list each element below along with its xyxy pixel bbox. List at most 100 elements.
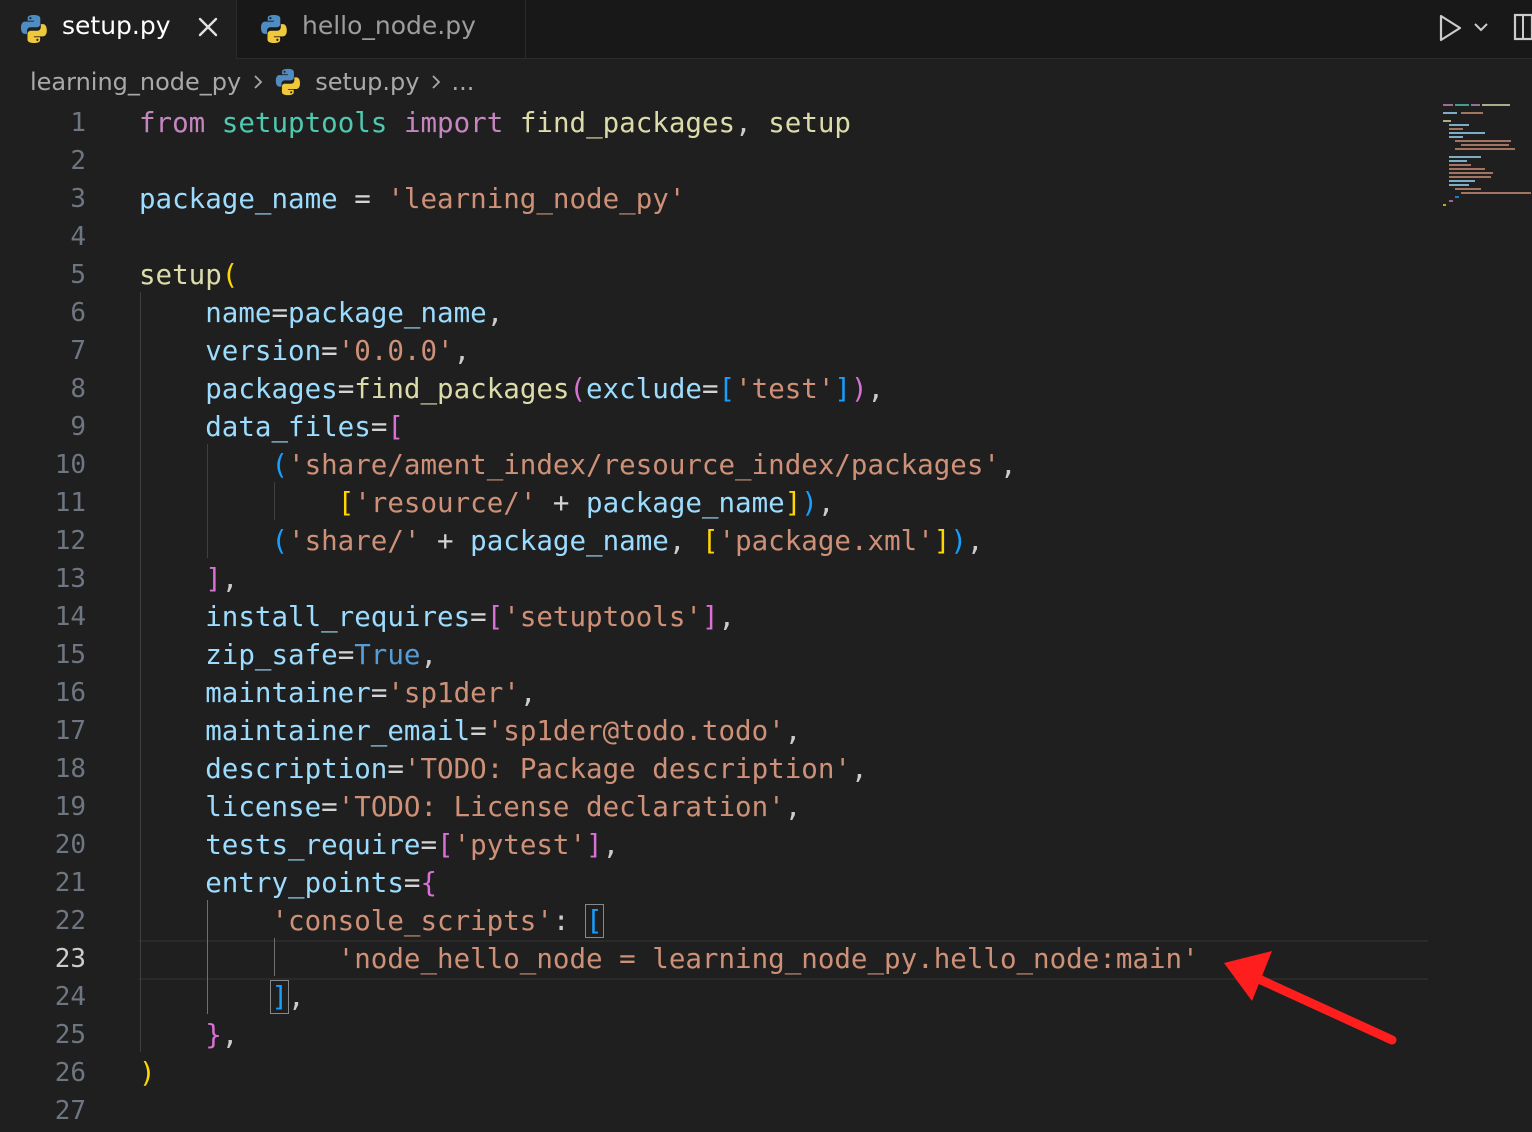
- code-line[interactable]: 27: [0, 1092, 1440, 1130]
- chevron-down-icon[interactable]: [1472, 20, 1490, 34]
- code-token: ,: [817, 487, 835, 519]
- code-token: ]: [270, 980, 289, 1014]
- line-number: 26: [54, 1058, 86, 1088]
- code-text: package_name = 'learning_node_py': [139, 180, 685, 218]
- code-token: setup: [768, 107, 851, 139]
- code-text: maintainer_email='sp1der@todo.todo',: [139, 712, 801, 750]
- code-line[interactable]: 18 description='TODO: Package descriptio…: [0, 750, 1440, 788]
- code-line[interactable]: 14 install_requires=['setuptools'],: [0, 598, 1440, 636]
- code-token: ,: [718, 601, 736, 633]
- code-token: ]: [784, 487, 802, 519]
- line-number: 7: [70, 336, 86, 366]
- code-token: 'sp1der@todo.todo': [486, 715, 785, 747]
- code-line[interactable]: 16 maintainer='sp1der',: [0, 674, 1440, 712]
- code-line[interactable]: 9 data_files=[: [0, 408, 1440, 446]
- code-text: maintainer='sp1der',: [139, 674, 536, 712]
- tab-label: setup.py: [62, 11, 171, 40]
- code-token: ]: [586, 829, 603, 861]
- chevron-right-icon: [432, 75, 441, 89]
- code-token: =: [387, 753, 404, 785]
- line-number: 23: [54, 944, 86, 974]
- line-number: 2: [70, 146, 86, 176]
- code-line[interactable]: 13 ],: [0, 560, 1440, 598]
- breadcrumb-more[interactable]: ...: [451, 68, 474, 96]
- code-token: ,: [486, 297, 504, 329]
- code-token: ): [850, 373, 868, 405]
- code-line[interactable]: 12 ('share/' + package_name, ['package.x…: [0, 522, 1440, 560]
- code-token: (: [271, 449, 289, 481]
- code-token: 'resource/': [354, 487, 537, 519]
- code-text: license='TODO: License declaration',: [139, 788, 801, 826]
- code-token: version: [205, 335, 322, 367]
- code-token: entry_points: [205, 867, 404, 899]
- line-number: 5: [70, 260, 86, 290]
- line-number: 24: [54, 982, 86, 1012]
- tab-hello-node-py[interactable]: hello_node.py: [237, 0, 526, 58]
- python-icon: [261, 15, 287, 43]
- breadcrumb-file[interactable]: setup.py: [315, 68, 419, 96]
- code-line[interactable]: 6 name=package_name,: [0, 294, 1440, 332]
- code-token: [: [718, 373, 736, 405]
- code-text: description='TODO: Package description',: [139, 750, 867, 788]
- line-number: 12: [54, 526, 86, 556]
- line-number: 16: [54, 678, 86, 708]
- code-line[interactable]: 1 from setuptools import find_packages, s…: [0, 104, 1440, 142]
- code-line[interactable]: 21 entry_points={: [0, 864, 1440, 902]
- code-token: find_packages: [519, 107, 736, 139]
- code-token: setup: [139, 259, 222, 291]
- code-line[interactable]: 11 ['resource/' + package_name]),: [0, 484, 1440, 522]
- split-editor-icon[interactable]: [1512, 12, 1532, 42]
- code-token: setuptools: [221, 107, 388, 139]
- code-line[interactable]: 20 tests_require=['pytest'],: [0, 826, 1440, 864]
- code-line[interactable]: 15 zip_safe=True,: [0, 636, 1440, 674]
- code-line[interactable]: 7 version='0.0.0',: [0, 332, 1440, 370]
- code-token: (: [569, 373, 587, 405]
- code-line[interactable]: 26): [0, 1054, 1440, 1092]
- code-token: ]: [834, 373, 851, 405]
- code-token: ,: [999, 449, 1017, 481]
- line-number: 11: [54, 488, 86, 518]
- code-line[interactable]: 17 maintainer_email='sp1der@todo.todo',: [0, 712, 1440, 750]
- code-token: =: [337, 639, 355, 671]
- code-line[interactable]: 22 'console_scripts': [: [0, 902, 1440, 940]
- code-line[interactable]: 10 ('share/ament_index/resource_index/pa…: [0, 446, 1440, 484]
- line-number: 15: [54, 640, 86, 670]
- code-token: 'TODO: Package description': [403, 753, 851, 785]
- play-icon[interactable]: [1436, 13, 1464, 43]
- code-token: import: [403, 107, 504, 139]
- code-token: exclude: [586, 373, 702, 405]
- code-token: =: [370, 411, 388, 443]
- code-token: }: [205, 1019, 222, 1051]
- code-token: 'console_scripts': [271, 905, 553, 937]
- code-line[interactable]: 2: [0, 142, 1440, 180]
- code-token: 'package.xml': [718, 525, 934, 557]
- code-token: zip_safe: [205, 639, 338, 671]
- tab-setup-py[interactable]: setup.py: [0, 0, 237, 59]
- code-token: =: [271, 297, 289, 329]
- line-number: 1: [70, 108, 86, 138]
- breadcrumb-folder[interactable]: learning_node_py: [30, 68, 241, 96]
- line-number: 21: [54, 868, 86, 898]
- code-line[interactable]: 8 packages=find_packages(exclude=['test'…: [0, 370, 1440, 408]
- code-line[interactable]: 4: [0, 218, 1440, 256]
- code-token: ,: [519, 677, 537, 709]
- code-line[interactable]: 3 package_name = 'learning_node_py': [0, 180, 1440, 218]
- code-token: 'learning_node_py': [387, 183, 686, 215]
- code-token: 'pytest': [453, 829, 587, 861]
- code-line[interactable]: 19 license='TODO: License declaration',: [0, 788, 1440, 826]
- code-text: tests_require=['pytest'],: [139, 826, 619, 864]
- code-token: '0.0.0': [337, 335, 454, 367]
- line-number: 17: [54, 716, 86, 746]
- close-icon[interactable]: [195, 14, 221, 40]
- code-token: =: [403, 867, 421, 899]
- code-text: 'node_hello_node = learning_node_py.hell…: [139, 940, 1199, 978]
- code-token: 'test': [735, 373, 835, 405]
- code-line[interactable]: 5 setup(: [0, 256, 1440, 294]
- minimap[interactable]: [1440, 102, 1532, 212]
- code-text: from setuptools import find_packages, se…: [139, 104, 851, 142]
